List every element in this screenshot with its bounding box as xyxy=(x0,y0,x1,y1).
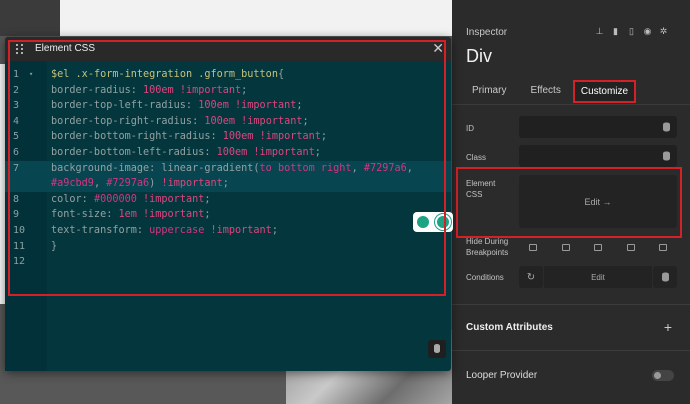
divider xyxy=(452,350,690,351)
class-label: Class xyxy=(466,153,487,162)
breakpoint-toggles xyxy=(519,238,677,256)
tabs-divider xyxy=(452,104,690,105)
breakpoint-md-icon[interactable] xyxy=(594,243,602,251)
looper-provider-label: Looper Provider xyxy=(466,370,538,381)
breakpoint-sm-icon[interactable] xyxy=(561,243,570,251)
breakpoint-xl-icon[interactable] xyxy=(659,243,667,251)
dynamic-data-icon[interactable] xyxy=(428,340,446,358)
id-label: ID xyxy=(466,124,474,133)
looper-provider-toggle[interactable] xyxy=(652,370,674,381)
custom-attributes-title: Custom Attributes xyxy=(466,322,553,333)
hide-breakpoints-label: Hide During Breakpoints xyxy=(466,237,509,257)
breakpoint-xs-icon[interactable] xyxy=(529,243,537,251)
canvas-top-area xyxy=(0,0,452,36)
breakpoint-lg-icon[interactable] xyxy=(626,243,635,251)
eye-icon[interactable]: ◉ xyxy=(643,26,652,36)
id-field[interactable] xyxy=(519,116,677,138)
tab-customize[interactable]: Customize xyxy=(572,80,637,103)
settings-icon[interactable]: ✲ xyxy=(659,26,668,36)
conditions-reset-icon[interactable]: ↻ xyxy=(519,266,543,288)
inspector-toolbar: ⊥ ▮ ▯ ◉ ✲ xyxy=(595,26,668,36)
inspector-tabs: Primary Effects Customize xyxy=(466,80,648,103)
dynamic-data-icon[interactable] xyxy=(663,151,670,161)
dynamic-data-icon xyxy=(662,272,669,282)
trash-icon[interactable]: ▯ xyxy=(627,26,636,36)
canvas-top-strip xyxy=(0,0,60,36)
element-css-highlight xyxy=(456,167,682,238)
conditions-edit-button[interactable]: Edit xyxy=(544,266,652,288)
add-attribute-icon[interactable]: + xyxy=(662,320,674,334)
pin-icon[interactable]: ⊥ xyxy=(595,26,604,36)
conditions-data-icon[interactable] xyxy=(653,266,677,288)
divider xyxy=(452,304,690,305)
tab-primary[interactable]: Primary xyxy=(466,80,512,103)
tab-effects[interactable]: Effects xyxy=(524,80,566,103)
inspector-title: Inspector xyxy=(466,27,508,38)
dynamic-data-icon[interactable] xyxy=(663,122,670,132)
code-editor-highlight xyxy=(8,40,446,296)
copy-icon[interactable]: ▮ xyxy=(611,26,620,36)
conditions-label: Conditions xyxy=(466,273,504,282)
element-name: Div xyxy=(466,46,492,66)
class-field[interactable] xyxy=(519,145,677,167)
